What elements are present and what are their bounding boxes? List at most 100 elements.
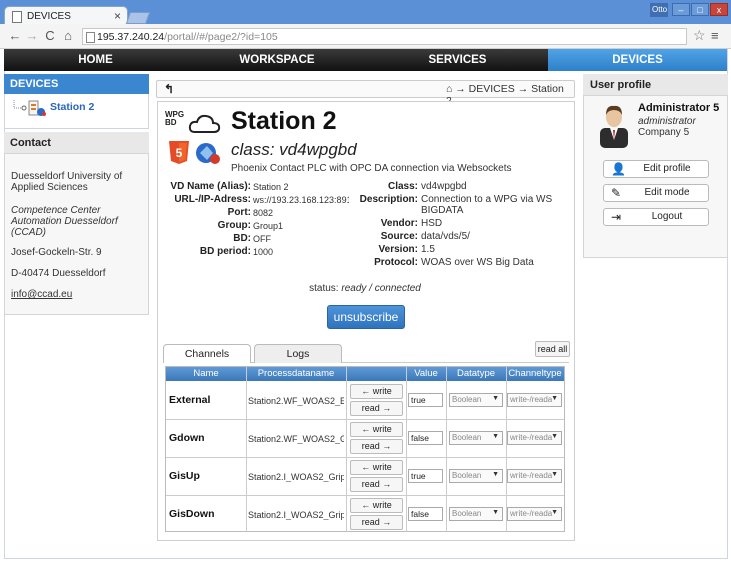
- row-divider: [166, 495, 564, 496]
- chevron-down-icon: ▼: [551, 471, 558, 478]
- browser-tab-title: DEVICES: [27, 11, 71, 22]
- browser-tab[interactable]: DEVICES ×: [4, 6, 128, 26]
- reload-icon[interactable]: C: [43, 28, 57, 44]
- write-button[interactable]: ← write: [350, 460, 403, 475]
- channel-name: GisDown: [169, 508, 215, 520]
- contact-email-link[interactable]: info@ccad.eu: [11, 289, 145, 300]
- logout-button[interactable]: ⇥ Logout: [603, 208, 709, 226]
- edit-profile-label: Edit profile: [643, 163, 691, 174]
- channeltype-select[interactable]: write-/reada ▼: [507, 469, 562, 483]
- page-icon: [86, 32, 95, 43]
- nav-workspace[interactable]: WORKSPACE: [187, 49, 367, 71]
- field-label-protocol: Protocol:: [374, 257, 418, 268]
- field-label-source: Source:: [380, 231, 418, 242]
- read-button[interactable]: read →: [350, 515, 403, 530]
- channel-name: GisUp: [169, 470, 200, 482]
- channeltype-select[interactable]: write-/reada ▼: [507, 393, 562, 407]
- device-tree-icon: [13, 100, 46, 116]
- back-arrow-icon[interactable]: ←: [8, 28, 22, 44]
- back-level-icon[interactable]: ↰: [164, 82, 176, 96]
- tab-channels[interactable]: Channels: [163, 344, 251, 363]
- datatype-selected: Boolean: [452, 509, 482, 518]
- field-label-class: Class:: [387, 181, 418, 192]
- bookmark-star-icon[interactable]: ☆: [693, 27, 707, 43]
- channeltype-selected: write-/reada: [510, 395, 553, 404]
- write-button[interactable]: ← write: [350, 498, 403, 513]
- minimize-button[interactable]: –: [672, 3, 690, 16]
- chevron-down-icon: ▼: [551, 433, 558, 440]
- user-name: Administrator 5: [638, 102, 720, 114]
- connection-status: status: ready / connected: [250, 283, 480, 297]
- field-value-port: 8082: [253, 208, 274, 218]
- device-class: class: vd4wpgbd: [231, 140, 357, 159]
- device-tree-item[interactable]: Station 2: [12, 99, 142, 119]
- chevron-down-icon: ▼: [492, 433, 499, 440]
- chevron-down-icon: ▼: [492, 471, 499, 478]
- channeltype-selected: write-/reada: [510, 509, 553, 518]
- field-value-bd-period: 1000: [253, 247, 274, 257]
- unsubscribe-button[interactable]: unsubscribe: [327, 305, 405, 329]
- close-tab-icon[interactable]: ×: [114, 9, 121, 23]
- edit-profile-button[interactable]: 👤 Edit profile: [603, 160, 709, 178]
- url-path: /portal//#/page2/?id=105: [164, 31, 278, 43]
- datatype-select[interactable]: Boolean ▼: [449, 393, 503, 407]
- field-value-description: Connection to a WPG via WS BIGDATA: [421, 194, 553, 216]
- field-value-group: Group1: [253, 221, 284, 231]
- nav-services[interactable]: SERVICES: [367, 49, 548, 71]
- datatype-select[interactable]: Boolean ▼: [449, 431, 503, 445]
- forward-arrow-icon[interactable]: →: [25, 28, 39, 44]
- read-all-button[interactable]: read all: [535, 341, 570, 357]
- browser-user-badge[interactable]: Otto: [650, 3, 668, 17]
- channel-processdataname: Station2.WF_WOAS2_Gr: [248, 434, 344, 444]
- contact-center: Competence Center Automation Duesseldorf…: [11, 205, 118, 238]
- field-value-bd: OFF: [253, 234, 271, 244]
- field-label-group: Group:: [217, 220, 251, 231]
- column-header-value: Value: [414, 368, 438, 379]
- status-value: ready / connected: [341, 283, 421, 294]
- channel-value-input[interactable]: false: [408, 507, 443, 521]
- column-header-datatype: Datatype: [456, 368, 496, 379]
- channel-value-input[interactable]: true: [408, 469, 443, 483]
- device-description: Phoenix Contact PLC with OPC DA connecti…: [231, 163, 512, 174]
- read-button[interactable]: read →: [350, 477, 403, 492]
- read-button[interactable]: read →: [350, 439, 403, 454]
- chevron-down-icon: ▼: [492, 395, 499, 402]
- html5-icon: 5: [169, 141, 189, 164]
- home-icon[interactable]: ⌂: [61, 28, 75, 44]
- write-button[interactable]: ← write: [350, 422, 403, 437]
- nav-home[interactable]: HOME: [4, 49, 187, 71]
- maximize-button[interactable]: □: [691, 3, 709, 16]
- pencil-icon: ✎: [611, 186, 622, 200]
- channeltype-select[interactable]: write-/reada ▼: [507, 431, 562, 445]
- logout-label: Logout: [651, 211, 683, 222]
- nav-devices[interactable]: DEVICES: [548, 49, 727, 71]
- datatype-select[interactable]: Boolean ▼: [449, 507, 503, 521]
- page-frame-bottom: [4, 558, 728, 559]
- close-window-button[interactable]: x: [710, 3, 728, 16]
- channeltype-select[interactable]: write-/reada ▼: [507, 507, 562, 521]
- datatype-select[interactable]: Boolean ▼: [449, 469, 503, 483]
- read-button[interactable]: read →: [350, 401, 403, 416]
- channeltype-selected: write-/reada: [510, 471, 553, 480]
- contact-city: D-40474 Duesseldorf: [11, 268, 106, 279]
- field-value-protocol: WOAS over WS Big Data: [421, 257, 534, 268]
- channel-name: External: [169, 394, 211, 406]
- contact-header: Contact: [4, 132, 149, 154]
- write-button[interactable]: ← write: [350, 384, 403, 399]
- edit-mode-label: Edit mode: [644, 187, 690, 198]
- breadcrumb[interactable]: ⌂ → DEVICES → Station 2: [446, 83, 572, 107]
- url-input[interactable]: 195.37.240.24/portal//#/page2/?id=105: [82, 28, 687, 45]
- field-label-alias: VD Name (Alias):: [170, 181, 251, 192]
- edit-mode-button[interactable]: ✎ Edit mode: [603, 184, 709, 202]
- channel-processdataname: Station2.WF_WOAS2_Ex: [248, 396, 344, 406]
- device-tree-label[interactable]: Station 2: [50, 101, 94, 113]
- tab-logs[interactable]: Logs: [254, 344, 342, 363]
- datatype-selected: Boolean: [452, 395, 482, 404]
- channel-value-input[interactable]: true: [408, 393, 443, 407]
- channel-value-input[interactable]: false: [408, 431, 443, 445]
- field-label-url: URL-/IP-Adress:: [174, 194, 251, 205]
- column-divider: [446, 367, 447, 532]
- browser-menu-icon[interactable]: ≡: [711, 28, 725, 44]
- field-label-vendor: Vendor:: [380, 218, 418, 229]
- chevron-down-icon: ▼: [551, 509, 558, 516]
